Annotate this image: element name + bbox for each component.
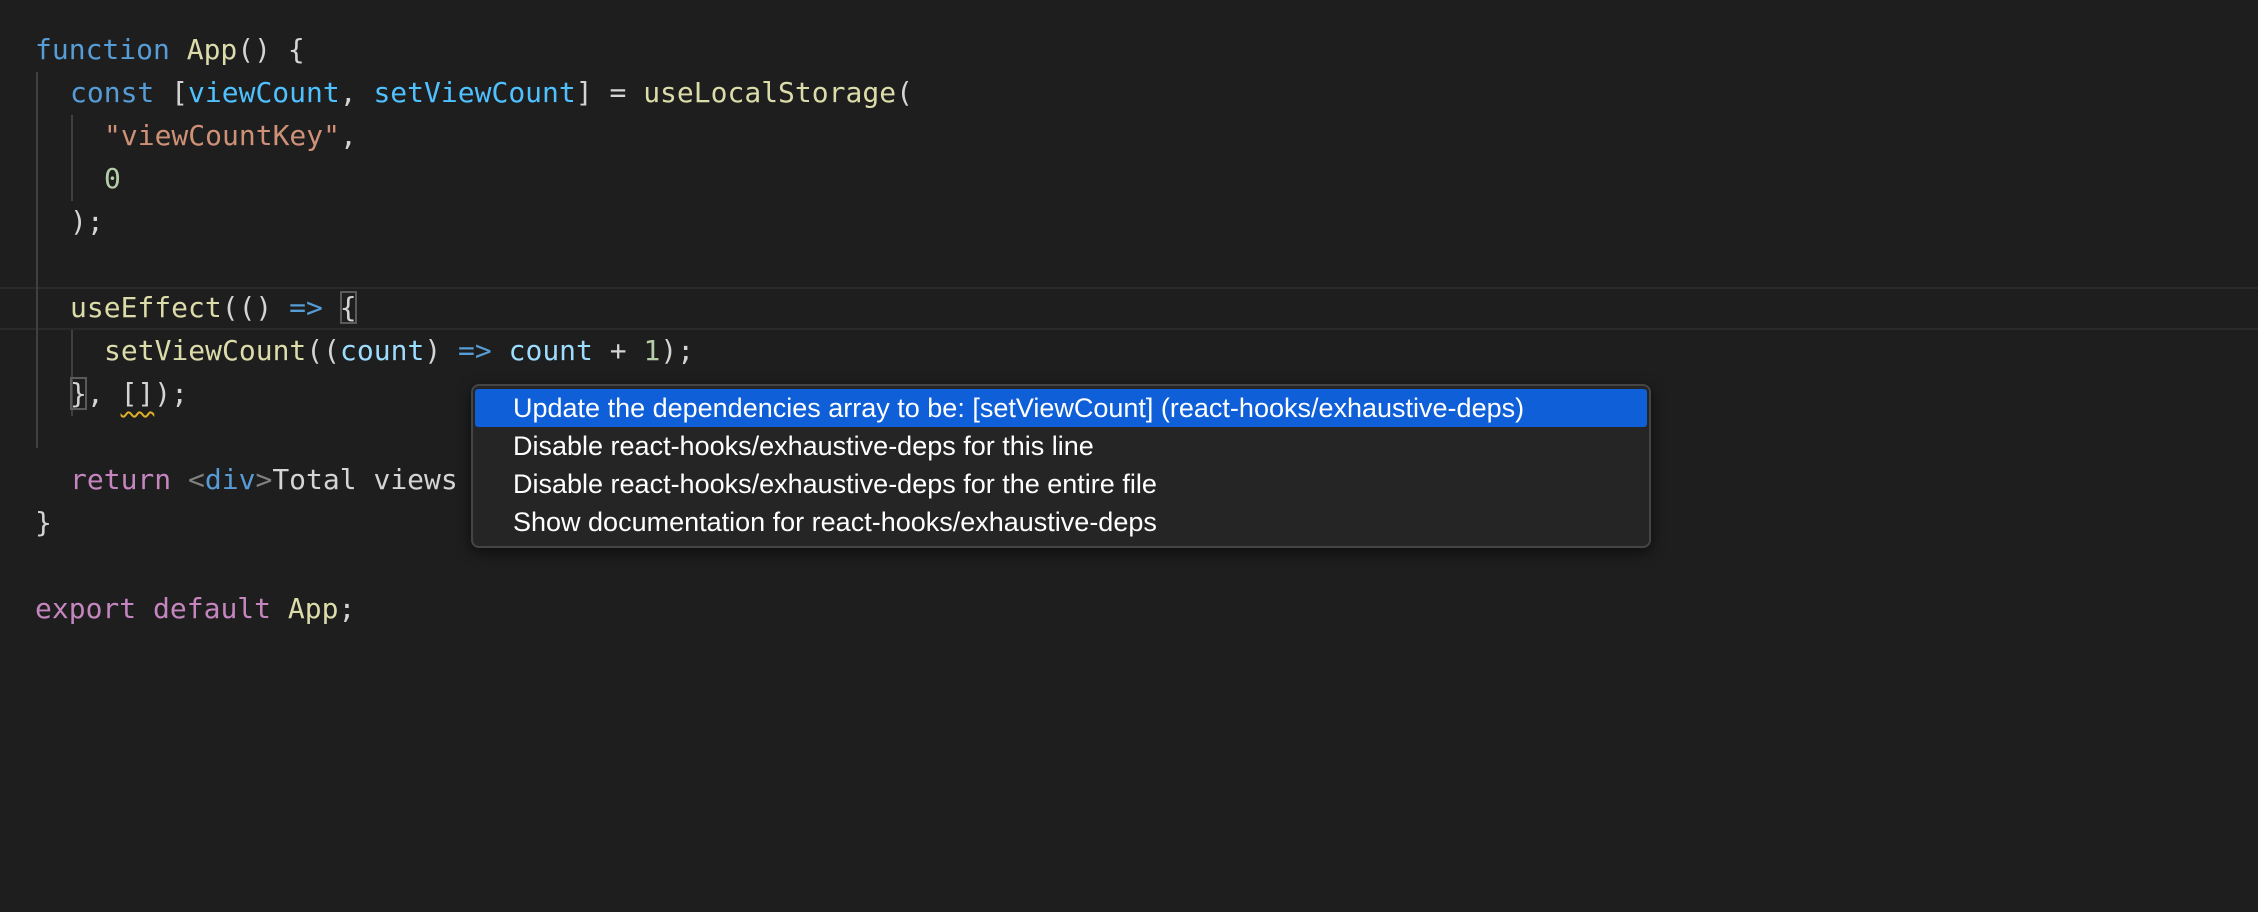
indent-guide	[36, 72, 38, 448]
code-line-7[interactable]: useEffect(() => {	[70, 286, 357, 329]
jsx-tag-div: div	[204, 463, 256, 496]
number-literal: 1	[643, 334, 661, 367]
quick-fix-disable-file[interactable]: Disable react-hooks/exhaustive-deps for …	[475, 465, 1647, 503]
keyword-export: export	[35, 592, 137, 625]
punctuation: );	[660, 334, 695, 367]
function-uselocalstorage: useLocalStorage	[643, 76, 897, 109]
code-line-5[interactable]: );	[70, 200, 104, 243]
punctuation: (	[896, 76, 913, 109]
matched-bracket: }	[70, 377, 87, 410]
function-setviewcount: setViewCount	[104, 334, 307, 367]
operator-plus: +	[592, 334, 644, 367]
variable-count: count	[508, 334, 593, 367]
code-line-2[interactable]: const [viewCount, setViewCount] = useLoc…	[70, 71, 913, 114]
punctuation: }	[35, 506, 52, 539]
punctuation: () {	[237, 33, 305, 66]
quick-fix-menu[interactable]: Update the dependencies array to be: [se…	[471, 384, 1651, 548]
code-line-1[interactable]: function App() {	[35, 28, 305, 71]
code-line-8[interactable]: setViewCount((count) => count + 1);	[104, 329, 694, 372]
code-editor[interactable]: function App() { const [viewCount, setVi…	[0, 0, 2258, 912]
keyword-default: default	[153, 592, 272, 625]
jsx-text: Total views	[272, 463, 458, 496]
arrow-operator: =>	[458, 334, 492, 367]
keyword-function: function	[35, 33, 170, 66]
arrow-operator: =>	[289, 291, 323, 324]
punctuation: );	[70, 205, 104, 238]
punctuation: ,	[340, 119, 357, 152]
quick-fix-update-dependencies[interactable]: Update the dependencies array to be: [se…	[475, 389, 1647, 427]
identifier-app: App	[186, 33, 238, 66]
punctuation: ,	[86, 377, 121, 410]
string-literal: "viewCountKey"	[104, 119, 341, 152]
code-line-4[interactable]: 0	[104, 157, 121, 200]
tag-bracket: <	[188, 463, 205, 496]
punctuation: ;	[338, 592, 356, 625]
code-line-14[interactable]: export default App;	[35, 587, 355, 630]
punctuation: (()	[221, 291, 290, 324]
code-line-3[interactable]: "viewCountKey",	[104, 114, 357, 157]
punctuation: ,	[339, 76, 374, 109]
quick-fix-show-documentation[interactable]: Show documentation for react-hooks/exhau…	[475, 503, 1647, 541]
variable-setviewcount: setViewCount	[373, 76, 576, 109]
indent-guide	[71, 115, 73, 201]
function-useeffect: useEffect	[70, 291, 222, 324]
dependency-array-warning[interactable]: []	[121, 377, 155, 410]
punctuation: );	[154, 377, 189, 410]
identifier-app: App	[287, 592, 339, 625]
punctuation: ((	[306, 334, 341, 367]
keyword-return: return	[70, 463, 172, 496]
number-literal: 0	[104, 162, 121, 195]
punctuation: [	[154, 76, 189, 109]
code-line-12[interactable]: }	[35, 501, 52, 544]
param-count: count	[340, 334, 425, 367]
code-line-9[interactable]: }, []);	[70, 372, 188, 415]
quick-fix-disable-line[interactable]: Disable react-hooks/exhaustive-deps for …	[475, 427, 1647, 465]
keyword-const: const	[70, 76, 155, 109]
matched-bracket: {	[339, 291, 357, 324]
variable-viewcount: viewCount	[188, 76, 340, 109]
tag-bracket: >	[255, 463, 273, 496]
punctuation: ] =	[575, 76, 644, 109]
punctuation: )	[424, 334, 459, 367]
code-line-11[interactable]: return <div>Total views	[70, 458, 458, 501]
